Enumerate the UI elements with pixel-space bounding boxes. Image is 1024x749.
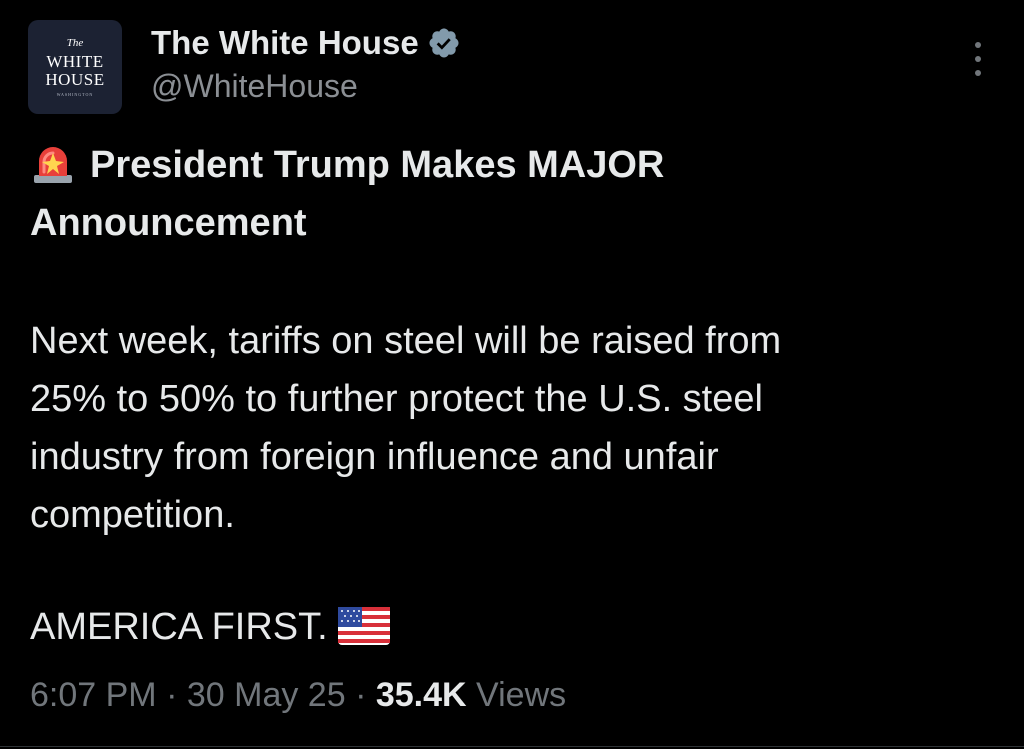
body-line: industry from foreign influence and unfa…: [30, 436, 719, 478]
verified-badge-icon: [429, 28, 459, 58]
account-handle[interactable]: @WhiteHouse: [151, 68, 358, 105]
body-line: Next week, tariffs on steel will be rais…: [30, 320, 782, 362]
body-line: 25% to 50% to further protect the U.S. s…: [30, 378, 763, 420]
views-label[interactable]: Views: [476, 676, 566, 714]
more-options-icon[interactable]: [966, 42, 990, 76]
closing-text: AMERICA FIRST.: [30, 606, 328, 648]
tweet-date[interactable]: 30 May 25: [187, 676, 346, 714]
avatar-text-house: HOUSE: [45, 69, 105, 89]
views-count[interactable]: 35.4K: [376, 676, 467, 714]
tweet-meta: 6:07 PM · 30 May 25 · 35.4K Views: [30, 672, 566, 718]
avatar[interactable]: The WHITE HOUSE WASHINGTON: [28, 20, 122, 114]
us-flag-icon: [337, 607, 390, 645]
meta-separator: ·: [166, 676, 178, 714]
tweet-headline: President Trump Makes MAJOR Announcement: [30, 136, 1000, 252]
avatar-text-the: The: [66, 36, 84, 49]
headline-text: President Trump Makes MAJOR: [90, 144, 665, 186]
tweet-time[interactable]: 6:07 PM: [30, 676, 157, 714]
tweet-closing: AMERICA FIRST.: [30, 598, 1000, 656]
tweet-body: Next week, tariffs on steel will be rais…: [30, 312, 1000, 544]
headline-text-line2: Announcement: [30, 202, 307, 244]
body-line: competition.: [30, 494, 235, 536]
divider: [0, 746, 1024, 747]
meta-separator: ·: [355, 676, 367, 714]
avatar-text-white: WHITE: [46, 51, 104, 71]
display-name[interactable]: The White House: [151, 24, 419, 62]
avatar-text-washington: WASHINGTON: [56, 91, 94, 97]
author-name-row[interactable]: The White House: [151, 22, 461, 64]
police-light-icon: [34, 147, 72, 183]
